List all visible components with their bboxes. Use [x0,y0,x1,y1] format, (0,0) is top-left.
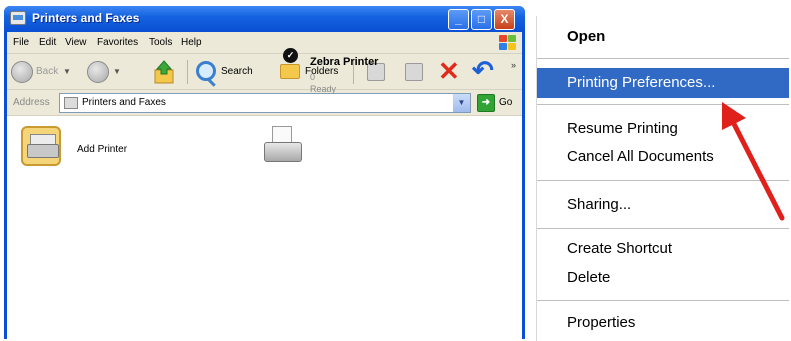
forward-icon[interactable] [87,61,109,83]
up-folder-icon[interactable] [153,60,175,84]
maximize-button[interactable]: □ [471,9,492,30]
address-field[interactable]: Printers and Faxes ▼ [59,93,471,113]
menu-item-open[interactable]: Open [537,22,789,52]
menu-tools[interactable]: Tools [149,37,172,48]
menu-item-properties[interactable]: Properties [537,308,789,338]
chevron-down-icon[interactable]: ▼ [453,94,470,112]
add-printer-icon[interactable] [21,126,61,166]
menu-bar: File Edit View Favorites Tools Help [7,32,522,54]
menu-view[interactable]: View [65,37,87,48]
window-title: Printers and Faxes [32,11,140,25]
close-button[interactable]: X [494,9,515,30]
back-icon[interactable] [11,61,33,83]
zebra-printer-name[interactable]: Zebra Printer [310,56,378,68]
search-icon[interactable] [196,61,216,81]
printer-folder-icon [10,11,26,25]
explorer-window: Printers and Faxes _ □ X File Edit View … [4,6,525,339]
menu-file[interactable]: File [13,37,29,48]
zebra-printer-documents: 0 [310,72,316,82]
minimize-button[interactable]: _ [448,9,469,30]
menu-item-delete[interactable]: Delete [537,263,789,293]
toolbar-overflow-icon[interactable]: » [511,60,516,70]
default-printer-check-icon: ✓ [283,48,298,63]
add-printer-label[interactable]: Add Printer [77,144,127,155]
menu-separator [537,58,789,59]
menu-item-printing-preferences[interactable]: Printing Preferences... [537,68,789,98]
toolbar-divider [187,60,188,84]
address-label: Address [13,97,50,108]
copy-to-icon[interactable] [405,63,423,81]
search-button-label[interactable]: Search [221,66,253,77]
menu-favorites[interactable]: Favorites [97,37,138,48]
go-arrow-icon[interactable]: ➜ [477,94,495,112]
folders-icon[interactable] [280,64,300,79]
back-button-label[interactable]: Back [36,66,58,77]
window-body: File Edit View Favorites Tools Help Back… [7,32,522,339]
menu-item-create-shortcut[interactable]: Create Shortcut [537,234,789,264]
menu-separator [537,300,789,301]
menu-help[interactable]: Help [181,37,202,48]
folder-content-pane[interactable]: Add Printer [7,116,522,339]
windows-logo-icon [498,34,518,52]
delete-icon[interactable]: ✕ [438,58,460,84]
annotation-arrow-icon [722,102,785,221]
title-bar[interactable]: Printers and Faxes _ □ X [4,6,525,32]
printers-folder-icon [64,97,78,109]
zebra-printer-icon[interactable] [262,126,304,168]
address-bar: Address Printers and Faxes ▼ ➜ Go [7,90,522,116]
printer-body [264,142,302,162]
undo-icon[interactable]: ↶ [472,57,494,83]
menu-edit[interactable]: Edit [39,37,56,48]
go-button-label[interactable]: Go [499,97,512,108]
toolbar: Back ▼ ▼ Search Folders ✕ ↶ » [7,54,522,90]
address-value[interactable]: Printers and Faxes [82,97,166,108]
chevron-down-icon[interactable]: ▼ [63,67,71,76]
zebra-printer-status: Ready [310,84,337,94]
chevron-down-icon[interactable]: ▼ [113,67,121,76]
